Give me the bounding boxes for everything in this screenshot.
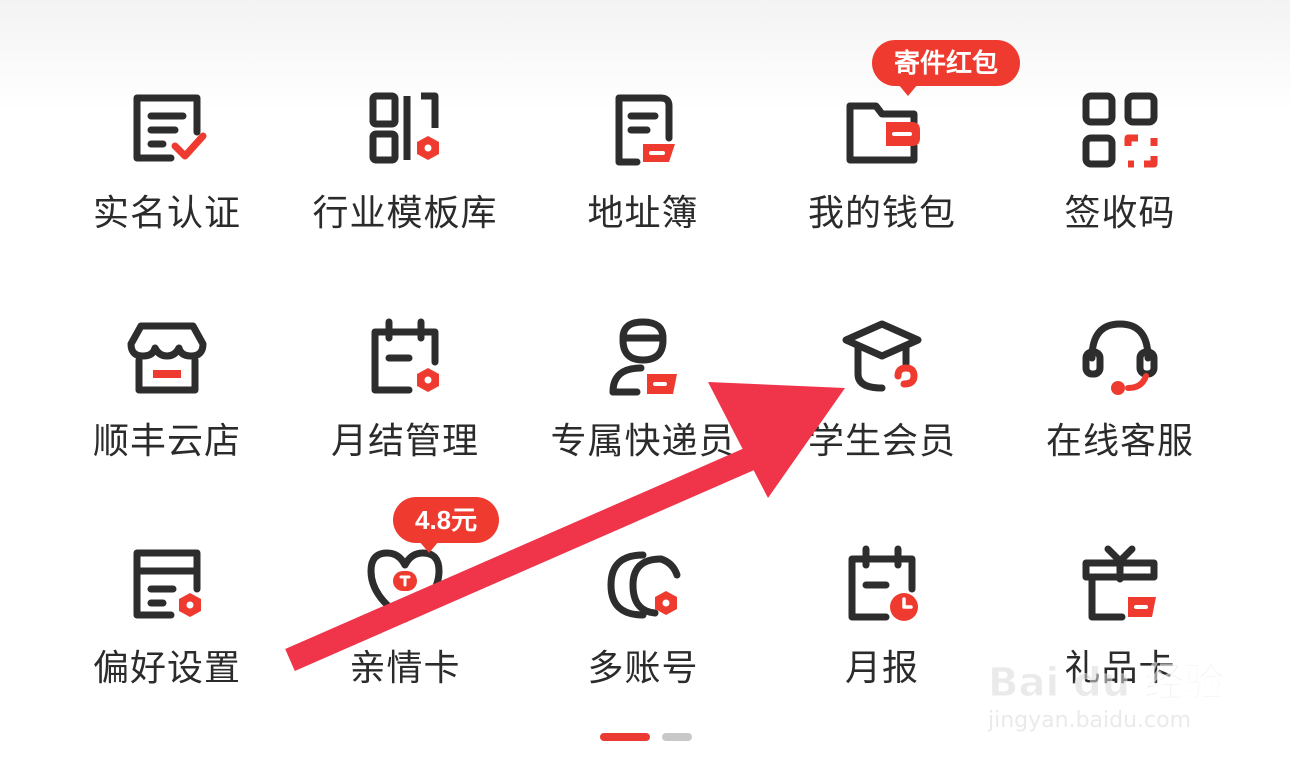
family-card-price-badge: 4.8元 <box>393 497 500 553</box>
preferences-icon <box>127 545 207 625</box>
grid-item-label: 实名认证 <box>92 193 241 234</box>
graduation-cap-icon <box>842 318 922 398</box>
grid-item-label: 学生会员 <box>807 421 956 462</box>
id-check-icon <box>127 90 207 170</box>
page-indicator <box>600 733 700 743</box>
grid-item-label: 我的钱包 <box>807 193 956 234</box>
page-dot-active[interactable] <box>600 733 650 741</box>
grid-item-label: 月报 <box>844 648 919 689</box>
watermark-url: jingyan.baidu.com <box>988 708 1192 733</box>
grid-item-label: 偏好设置 <box>92 648 241 689</box>
wallet-red-packet-badge: 寄件红包 <box>872 40 1021 96</box>
store-icon <box>127 318 207 398</box>
grid-item-preferences[interactable]: 偏好设置 <box>47 545 287 745</box>
courier-icon <box>603 318 683 398</box>
gift-card-icon <box>1080 545 1160 625</box>
wallet-icon <box>842 90 922 170</box>
grid-item-sign-code[interactable]: 签收码 <box>1000 90 1240 290</box>
page-dot[interactable] <box>662 733 692 741</box>
grid-item-label: 地址簿 <box>587 193 699 234</box>
grid-item-my-wallet[interactable]: 我的钱包 <box>762 90 1002 290</box>
grid-item-monthly-report[interactable]: 月报 <box>762 545 1002 745</box>
grid-item-label: 月结管理 <box>330 421 479 462</box>
grid-item-label: 在线客服 <box>1045 421 1194 462</box>
grid-item-label: 顺丰云店 <box>92 421 241 462</box>
multi-account-icon <box>603 545 683 625</box>
headset-icon <box>1080 318 1160 398</box>
monthly-report-icon <box>842 545 922 625</box>
grid-item-template-library[interactable]: 行业模板库 <box>285 90 525 290</box>
grid-item-label: 专属快递员 <box>550 421 736 462</box>
address-book-icon <box>603 90 683 170</box>
grid-item-multi-account[interactable]: 多账号 <box>523 545 763 745</box>
family-card-icon <box>365 545 445 625</box>
qr-code-icon <box>1080 90 1160 170</box>
grid-item-online-service[interactable]: 在线客服 <box>1000 318 1240 518</box>
grid-item-label: 行业模板库 <box>312 193 498 234</box>
grid-item-real-name-auth[interactable]: 实名认证 <box>47 90 287 290</box>
grid-item-label: 多账号 <box>587 648 699 689</box>
grid-item-label: 亲情卡 <box>349 648 461 689</box>
template-library-icon <box>365 90 445 170</box>
grid-item-label: 签收码 <box>1064 193 1176 234</box>
grid-item-address-book[interactable]: 地址簿 <box>523 90 763 290</box>
monthly-billing-icon <box>365 318 445 398</box>
grid-item-monthly-billing[interactable]: 月结管理 <box>285 318 525 518</box>
grid-item-family-card[interactable]: 亲情卡 <box>285 545 525 745</box>
grid-item-sf-cloud-store[interactable]: 顺丰云店 <box>47 318 287 518</box>
watermark-brand: Bai du 经验 <box>987 660 1225 707</box>
baidu-jingyan-watermark: Bai du 经验 jingyan.baidu.com <box>987 650 1228 750</box>
grid-item-dedicated-courier[interactable]: 专属快递员 <box>523 318 763 518</box>
grid-item-student-member[interactable]: 学生会员 <box>762 318 1002 518</box>
